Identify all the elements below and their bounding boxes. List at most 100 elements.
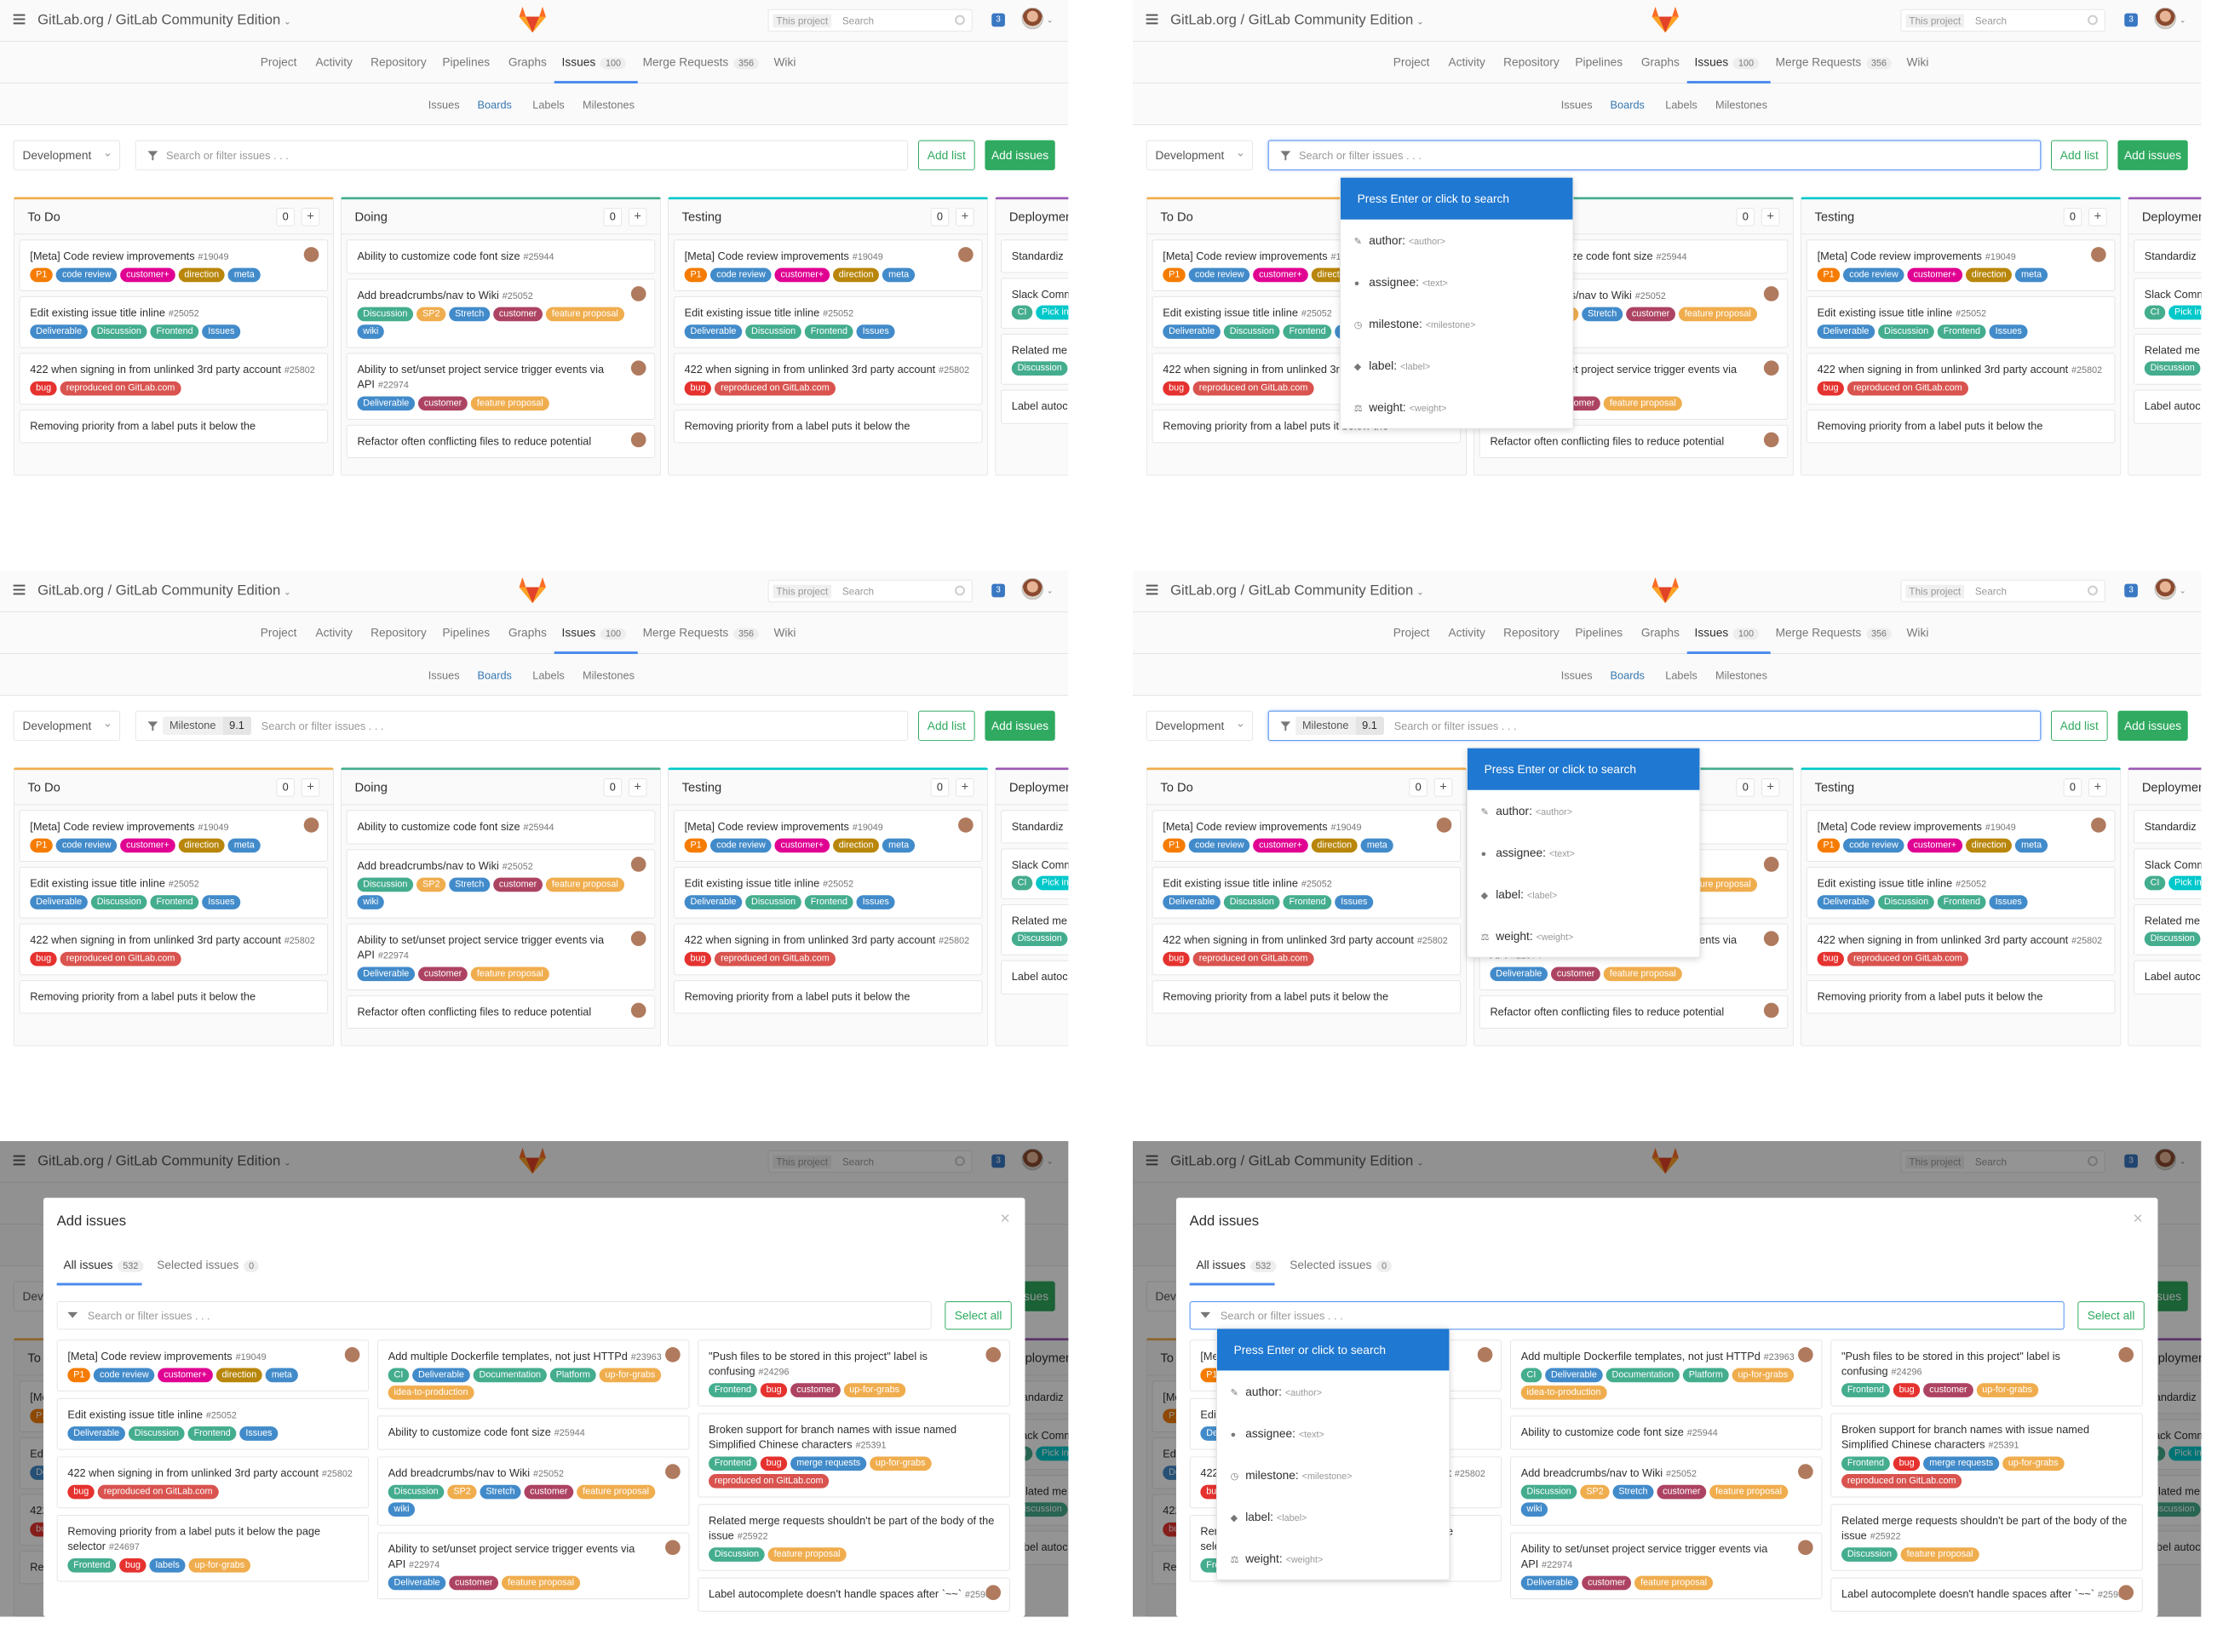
nav-repository[interactable]: Repository [370, 55, 427, 69]
chevron-down-icon[interactable]: ⌄ [2180, 587, 2186, 596]
issue-label[interactable]: code review [1843, 838, 1904, 853]
nav-graphs[interactable]: Graphs [1641, 55, 1680, 69]
issue-card[interactable]: [Meta] Code review improvements#19049P1c… [1806, 810, 2116, 863]
issue-card[interactable]: Standardiz [2134, 810, 2202, 844]
issue-label[interactable]: Frontend [150, 895, 199, 909]
issue-label[interactable]: customer [493, 307, 543, 322]
project-title[interactable]: GitLab.org / GitLab Community Edition ⌄ [37, 12, 290, 29]
add-issues-button[interactable]: Add issues [985, 140, 1055, 170]
nav-activity[interactable]: Activity [1448, 55, 1485, 69]
issue-label[interactable]: P1 [30, 838, 54, 853]
milestone-token[interactable]: Milestone 9.1 [1295, 716, 1384, 736]
issue-label[interactable]: Deliverable [684, 324, 743, 339]
issue-card[interactable]: Removing priority from a label puts it b… [1806, 980, 2116, 1014]
issue-card[interactable]: Label autoc `~~`#2596 [1001, 389, 1069, 424]
issue-label[interactable]: Discussion [1223, 324, 1280, 339]
issue-label[interactable]: feature proposal [577, 1484, 655, 1500]
modal-filter-input[interactable]: Search or filter issues . . . [56, 1301, 932, 1330]
issue-card[interactable]: Label autoc `~~`#2596 [1001, 960, 1069, 995]
issue-card[interactable]: Add breadcrumbs/nav to Wiki#25052 Discuss… [346, 849, 656, 919]
nav-pipelines[interactable]: Pipelines [1575, 626, 1623, 640]
issue-card[interactable]: Ability to customize code font size#2594… [346, 239, 656, 274]
add-issue-to-list-button[interactable]: + [301, 208, 320, 227]
gitlab-logo[interactable] [1651, 5, 1680, 33]
add-list-button[interactable]: Add list [2051, 140, 2108, 170]
issue-label[interactable]: direction [832, 267, 880, 283]
add-issue-to-list-button[interactable]: + [2088, 778, 2107, 797]
issue-card[interactable]: Slack Comm CIPick in [1001, 848, 1069, 900]
issue-label[interactable]: Frontend [187, 1426, 237, 1441]
issue-card[interactable]: 422 when signing in from unlinked 3rd pa… [673, 353, 983, 405]
issue-card[interactable]: Add multiple Dockerfile templates, not j… [376, 1339, 690, 1409]
issue-label[interactable]: bug [67, 1484, 95, 1500]
issue-label[interactable]: direction [178, 267, 226, 283]
issue-label[interactable]: Discussion [1011, 932, 1068, 946]
issue-label[interactable]: feature proposal [470, 396, 549, 411]
todos-icon[interactable]: 3 [2124, 583, 2138, 598]
issue-card[interactable]: Refactor often conflicting files to redu… [346, 424, 656, 459]
subnav-boards[interactable]: Boards [478, 99, 512, 112]
issue-label[interactable]: Discussion [2144, 361, 2201, 376]
issue-label[interactable]: customer [1582, 1575, 1632, 1591]
issue-label[interactable]: SP2 [416, 877, 446, 892]
issue-label[interactable]: up-for-grabs [843, 1383, 905, 1397]
filter-option[interactable]: ⚖ weight: <weight> [1341, 387, 1572, 428]
issue-label[interactable]: SP2 [416, 307, 446, 322]
issue-card[interactable]: Standardiz [1001, 239, 1069, 273]
subnav-milestones[interactable]: Milestones [1715, 669, 1767, 682]
issue-label[interactable]: up-for-grabs [1732, 1368, 1795, 1383]
issue-label[interactable]: up-for-grabs [188, 1558, 251, 1573]
issue-label[interactable]: merge requests [790, 1456, 867, 1471]
issue-card[interactable]: Ability to set/unset project service tri… [1509, 1532, 1823, 1600]
issue-label[interactable]: up-for-grabs [869, 1456, 932, 1471]
issue-label[interactable]: reproduced on GitLab.com [1847, 381, 1968, 396]
tab-all-issues[interactable]: All issues 532 [1196, 1258, 1277, 1272]
search-hint-item[interactable]: Press Enter or click to search [1467, 748, 1700, 790]
issue-card[interactable]: Related merge requests shouldn't be part… [1830, 1504, 2143, 1571]
filter-option[interactable]: ✎ author: <author> [1468, 790, 1699, 832]
subnav-issues[interactable]: Issues [1561, 99, 1593, 112]
issue-card[interactable]: [Meta] Code review improvements#19049P1c… [1806, 239, 2116, 292]
issue-label[interactable]: direction [178, 838, 226, 853]
issue-label[interactable]: reproduced on GitLab.com [1192, 381, 1314, 396]
issue-label[interactable]: CI [2144, 875, 2166, 891]
todos-icon[interactable]: 3 [991, 583, 1005, 598]
issue-card[interactable]: [Meta] Code review improvements#19049P1c… [56, 1339, 370, 1391]
issue-label[interactable]: Deliverable [1817, 324, 1875, 339]
issue-label[interactable]: Deliverable [30, 324, 88, 339]
add-list-button[interactable]: Add list [918, 710, 975, 741]
filter-option[interactable]: ◆ label: <label> [1468, 874, 1699, 915]
issue-label[interactable]: direction [832, 838, 880, 853]
user-avatar[interactable] [1021, 7, 1043, 30]
issue-label[interactable]: Pick in [2168, 305, 2202, 320]
issue-label[interactable]: Discussion [709, 1547, 765, 1562]
issue-label[interactable]: Frontend [1283, 324, 1332, 339]
header-search[interactable]: This project Search [767, 579, 973, 603]
issue-label[interactable]: feature proposal [502, 1575, 580, 1591]
nav-wiki[interactable]: Wiki [773, 55, 796, 69]
issue-label[interactable]: CI [1011, 875, 1033, 891]
issue-card[interactable]: Slack Comm CIPick in [2134, 848, 2202, 900]
issue-label[interactable]: Platform [1682, 1368, 1729, 1383]
issue-label[interactable]: Deliverable [412, 1368, 470, 1383]
issue-label[interactable]: Stretch [480, 1484, 521, 1500]
add-issue-to-list-button[interactable]: + [1761, 208, 1780, 227]
chevron-down-icon[interactable]: ⌄ [1047, 16, 1053, 26]
add-issue-to-list-button[interactable]: + [1433, 778, 1453, 797]
nav-wiki[interactable]: Wiki [1906, 626, 1928, 640]
filter-option[interactable]: ⚖ weight: <weight> [1217, 1538, 1449, 1580]
issue-card[interactable]: Broken support for branch names with iss… [1830, 1413, 2143, 1498]
issue-label[interactable]: bug [1893, 1383, 1921, 1397]
nav-issues[interactable]: Issues100 [1695, 55, 1759, 70]
filter-input[interactable]: Milestone 9.1 Search or filter issues . . … [135, 710, 909, 741]
issue-label[interactable]: bug [1893, 1456, 1921, 1471]
issue-label[interactable]: bug [30, 951, 57, 967]
issue-label[interactable]: customer+ [1907, 267, 1962, 283]
issue-card[interactable]: Edit existing issue title inline#25052 De… [1806, 295, 2116, 348]
issue-label[interactable]: Frontend [1841, 1456, 1890, 1471]
add-issue-to-list-button[interactable]: + [956, 778, 974, 797]
header-search[interactable]: This project Search [1900, 9, 2105, 32]
issue-card[interactable]: Ability to customize code font size#2594… [346, 810, 656, 845]
add-issue-to-list-button[interactable]: + [628, 208, 647, 227]
issue-label[interactable]: Pick in [1036, 875, 1069, 891]
